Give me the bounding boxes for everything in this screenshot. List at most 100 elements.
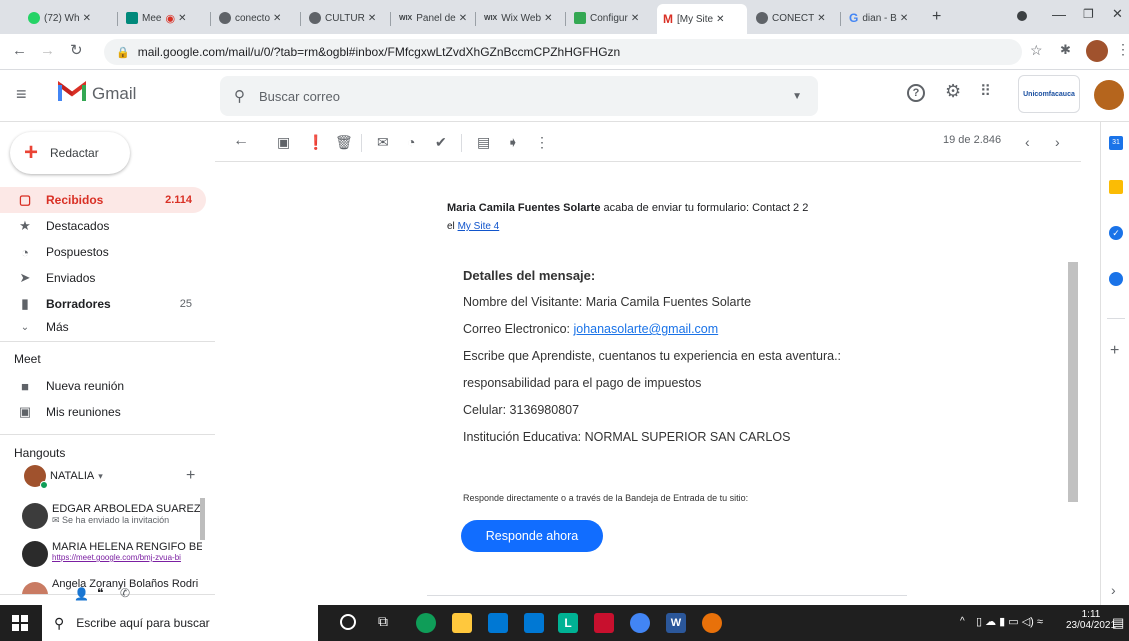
- hangouts-scrollbar[interactable]: [200, 498, 205, 540]
- expand-panel-chevron-icon[interactable]: ›: [1111, 582, 1116, 598]
- email-scrollbar[interactable]: [1068, 262, 1078, 502]
- site-link[interactable]: My Site 4: [458, 221, 500, 232]
- newer-chevron-left-icon[interactable]: ‹: [1025, 134, 1030, 150]
- mark-unread-icon[interactable]: ✉: [377, 134, 389, 151]
- back-to-inbox-icon[interactable]: ←: [233, 132, 249, 150]
- account-avatar[interactable]: [1094, 80, 1124, 110]
- contact-link[interactable]: https://meet.google.com/bmj-zvua-bi: [52, 553, 202, 562]
- close-icon[interactable]: ✕: [368, 13, 376, 24]
- browser-tab-wix-web[interactable]: WIX Wix Web ✕: [478, 6, 563, 30]
- windows-start-icon[interactable]: [12, 615, 28, 631]
- browser-tab-wix-panel[interactable]: WIX Panel de ✕: [393, 6, 473, 30]
- file-explorer-icon[interactable]: [452, 613, 472, 633]
- close-icon[interactable]: ✕: [273, 13, 281, 24]
- reload-icon[interactable]: ↻: [70, 41, 83, 59]
- word-icon[interactable]: W: [666, 613, 686, 633]
- edge-browser-icon[interactable]: [416, 613, 436, 633]
- close-icon[interactable]: ✕: [716, 14, 724, 25]
- email-address-link[interactable]: johanasolarte@gmail.com: [573, 322, 718, 336]
- settings-gear-icon[interactable]: ⚙: [945, 81, 961, 102]
- browser-tab-conect[interactable]: CONECT ✕: [750, 6, 838, 30]
- address-bar[interactable]: 🔒 mail.google.com/mail/u/0/?tab=rm&ogbl#…: [104, 39, 1022, 65]
- browser-tab-cultura[interactable]: CULTUR ✕: [303, 6, 388, 30]
- search-bar[interactable]: ⚲ Buscar correo ▼: [220, 76, 818, 116]
- extensions-icon[interactable]: ✱: [1060, 42, 1071, 58]
- browser-menu-icon[interactable]: ⋮: [1116, 41, 1129, 58]
- forward-icon[interactable]: →: [40, 42, 55, 59]
- close-icon[interactable]: ✕: [631, 13, 639, 24]
- chrome-icon[interactable]: [630, 613, 650, 633]
- main-menu-icon[interactable]: ≡: [16, 84, 27, 105]
- move-to-folder-icon[interactable]: ▤: [477, 134, 490, 151]
- browser-tab-dian[interactable]: G dian - B ✕: [843, 6, 923, 30]
- task-view-icon[interactable]: ⧉: [378, 613, 388, 630]
- profile-dot-icon[interactable]: [1017, 11, 1027, 21]
- contacts-icon[interactable]: [1109, 272, 1123, 286]
- taskbar-search[interactable]: ⚲ Escribe aquí para buscar: [42, 605, 318, 641]
- chrome-canary-icon[interactable]: [702, 613, 722, 633]
- get-addons-plus-icon[interactable]: +: [1110, 342, 1119, 360]
- bookmark-star-icon[interactable]: ☆: [1030, 42, 1043, 59]
- hangouts-contact[interactable]: MARIA HELENA RENGIFO BE https://meet.goo…: [22, 541, 202, 567]
- meet-new-meeting[interactable]: ■ Nueva reunión: [0, 373, 206, 399]
- compose-button[interactable]: + Redactar: [10, 132, 130, 174]
- nav-inbox[interactable]: ▢ Recibidos 2.114: [0, 187, 206, 213]
- close-icon[interactable]: ✕: [900, 13, 908, 24]
- nav-more[interactable]: ⌄ Más: [0, 317, 206, 337]
- apps-grid-icon[interactable]: ⠿: [980, 82, 991, 100]
- mcafee-icon[interactable]: [594, 613, 614, 633]
- nav-starred[interactable]: ★ Destacados: [0, 213, 206, 239]
- close-icon[interactable]: ✕: [459, 13, 467, 24]
- keep-icon[interactable]: [1109, 180, 1123, 194]
- close-window-icon[interactable]: ✕: [1112, 6, 1123, 22]
- taskbar-search-input[interactable]: Escribe aquí para buscar: [76, 616, 209, 630]
- notifications-icon[interactable]: ▤: [1112, 615, 1124, 631]
- gmail-logo-icon[interactable]: [58, 81, 86, 103]
- report-spam-icon[interactable]: ❗: [307, 134, 324, 151]
- new-tab-icon[interactable]: +: [932, 8, 941, 26]
- calendar-icon[interactable]: 31: [1109, 136, 1123, 150]
- search-input[interactable]: Buscar correo: [259, 89, 340, 104]
- archive-icon[interactable]: ▣: [277, 134, 290, 151]
- close-icon[interactable]: ✕: [83, 13, 91, 24]
- browser-tab-meet[interactable]: Mee ◉ ✕: [120, 6, 208, 30]
- search-options-icon[interactable]: ▼: [792, 91, 802, 102]
- nav-drafts[interactable]: ▮ Borradores 25: [0, 291, 206, 317]
- back-icon[interactable]: ←: [12, 42, 27, 59]
- delete-trash-icon[interactable]: 🗑: [335, 134, 353, 151]
- respond-now-button[interactable]: Responde ahora: [461, 520, 603, 552]
- teams-l-icon[interactable]: L: [558, 613, 578, 633]
- org-logo[interactable]: Unicomfacauca: [1018, 75, 1080, 113]
- browser-avatar[interactable]: [1086, 40, 1108, 62]
- browser-tab-whatsapp[interactable]: (72) Wh ✕: [22, 6, 114, 30]
- help-icon[interactable]: ?: [907, 84, 925, 102]
- snooze-clock-icon[interactable]: ◔: [407, 134, 415, 150]
- hangouts-chat-icon[interactable]: ❝: [97, 586, 103, 600]
- more-options-icon[interactable]: ⋮: [535, 134, 549, 151]
- store-icon[interactable]: [488, 613, 508, 633]
- close-icon[interactable]: ✕: [178, 13, 186, 24]
- close-icon[interactable]: ✕: [544, 13, 552, 24]
- label-tag-icon[interactable]: ➧: [507, 134, 519, 151]
- hangouts-contact[interactable]: EDGAR ARBOLEDA SUAREZ ✉ Se ha enviado la…: [22, 503, 202, 529]
- add-task-icon[interactable]: ✔: [435, 134, 447, 151]
- close-icon[interactable]: ✕: [817, 13, 825, 24]
- restore-icon[interactable]: ❐: [1083, 7, 1094, 21]
- nav-sent[interactable]: ➤ Enviados: [0, 265, 206, 291]
- meet-my-meetings[interactable]: ▣ Mis reuniones: [0, 399, 206, 425]
- older-chevron-right-icon[interactable]: ›: [1055, 134, 1060, 150]
- person-icon[interactable]: 👤: [74, 587, 89, 601]
- tasks-icon[interactable]: ✓: [1109, 226, 1123, 240]
- search-icon[interactable]: ⚲: [234, 87, 245, 105]
- hangouts-contact[interactable]: Angela Zoranyi Bolaños Rodri: [22, 578, 202, 594]
- browser-tab-configur[interactable]: Configur ✕: [568, 6, 656, 30]
- minimize-icon[interactable]: —: [1052, 6, 1066, 22]
- clock[interactable]: 1:11 23/04/2021: [1066, 609, 1116, 631]
- phone-icon[interactable]: ✆: [120, 586, 130, 600]
- nav-snoozed[interactable]: ◔ Pospuestos: [0, 239, 206, 265]
- hangouts-user[interactable]: NATALIA ▾: [24, 465, 103, 489]
- browser-tab-conecto[interactable]: conecto ✕: [213, 6, 298, 30]
- cortana-icon[interactable]: [340, 614, 356, 630]
- browser-tab-mysite[interactable]: M [My Site ✕: [657, 4, 747, 34]
- mail-icon[interactable]: [524, 613, 544, 633]
